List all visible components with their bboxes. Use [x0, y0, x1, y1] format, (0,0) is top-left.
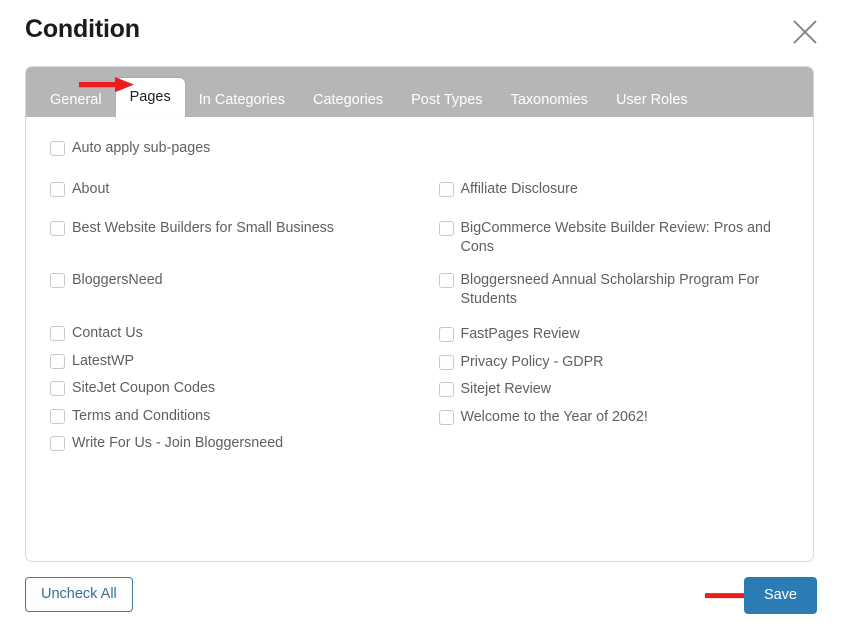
checkbox-label: BigCommerce Website Builder Review: Pros…	[461, 219, 793, 256]
condition-panel: General Pages In Categories Categories P…	[25, 66, 814, 562]
dialog-footer: Uncheck All Save	[0, 574, 842, 634]
checkbox-item-auto-apply-sub-pages[interactable]: Auto apply sub-pages	[50, 139, 813, 158]
checkbox-label: FastPages Review	[461, 325, 580, 344]
checkbox-item-bigcommerce-review[interactable]: BigCommerce Website Builder Review: Pros…	[439, 219, 814, 256]
checkbox-icon[interactable]	[50, 141, 65, 156]
checkbox-icon[interactable]	[50, 182, 65, 197]
checkbox-icon[interactable]	[439, 182, 454, 197]
uncheck-all-button[interactable]: Uncheck All	[25, 577, 133, 612]
tab-general[interactable]: General	[36, 83, 116, 117]
checkbox-icon[interactable]	[439, 382, 454, 397]
pages-right-column: Affiliate Disclosure BigCommerce Website…	[420, 180, 814, 462]
spacer	[439, 317, 814, 325]
checkbox-label: Terms and Conditions	[72, 407, 210, 426]
checkbox-item-privacy-policy-gdpr[interactable]: Privacy Policy - GDPR	[439, 353, 814, 372]
checkbox-label: Welcome to the Year of 2062!	[461, 408, 648, 427]
checkbox-label: About	[72, 180, 109, 199]
checkbox-icon[interactable]	[50, 326, 65, 341]
checkbox-item-affiliate-disclosure[interactable]: Affiliate Disclosure	[439, 180, 814, 199]
checkbox-icon[interactable]	[50, 221, 65, 236]
checkbox-item-sitejet-review[interactable]: Sitejet Review	[439, 380, 814, 399]
checkbox-item-sitejet-coupon-codes[interactable]: SiteJet Coupon Codes	[50, 379, 420, 398]
save-button[interactable]: Save	[744, 577, 817, 614]
spacer	[50, 298, 420, 324]
checkbox-icon[interactable]	[439, 327, 454, 342]
checkbox-item-contact-us[interactable]: Contact Us	[50, 324, 420, 343]
tab-user-roles[interactable]: User Roles	[602, 83, 702, 117]
checkbox-icon[interactable]	[50, 409, 65, 424]
pages-checkbox-list: Auto apply sub-pages About Best Website …	[26, 117, 813, 561]
checkbox-icon[interactable]	[50, 273, 65, 288]
tab-post-types[interactable]: Post Types	[397, 83, 496, 117]
checkbox-icon[interactable]	[50, 381, 65, 396]
checkbox-item-latestwp[interactable]: LatestWP	[50, 352, 420, 371]
page-title: Condition	[25, 17, 140, 42]
dialog-header: Condition	[0, 0, 842, 62]
checkbox-item-write-for-us[interactable]: Write For Us - Join Bloggersneed	[50, 434, 420, 453]
tab-taxonomies[interactable]: Taxonomies	[497, 83, 602, 117]
tab-in-categories[interactable]: In Categories	[185, 83, 299, 117]
checkbox-item-fastpages-review[interactable]: FastPages Review	[439, 325, 814, 344]
checkbox-icon[interactable]	[50, 436, 65, 451]
checkbox-label: Sitejet Review	[461, 380, 552, 399]
tab-pages[interactable]: Pages	[116, 78, 185, 117]
checkbox-label: Contact Us	[72, 324, 143, 343]
checkbox-label: Best Website Builders for Small Business	[72, 219, 334, 238]
spacer	[50, 247, 420, 271]
checkbox-label: Bloggersneed Annual Scholarship Program …	[461, 271, 793, 308]
pages-left-column: About Best Website Builders for Small Bu…	[26, 180, 420, 462]
checkbox-icon[interactable]	[439, 273, 454, 288]
checkbox-label: BloggersNeed	[72, 271, 163, 290]
auto-apply-row: Auto apply sub-pages	[26, 139, 813, 158]
checkbox-label: Affiliate Disclosure	[461, 180, 578, 199]
checkbox-icon[interactable]	[439, 410, 454, 425]
condition-dialog: Condition General Pages In Categories Ca…	[0, 0, 842, 640]
checkbox-item-welcome-2062[interactable]: Welcome to the Year of 2062!	[439, 408, 814, 427]
checkbox-item-terms-and-conditions[interactable]: Terms and Conditions	[50, 407, 420, 426]
checkbox-label: Privacy Policy - GDPR	[461, 353, 604, 372]
checkbox-label: LatestWP	[72, 352, 134, 371]
checkbox-label: SiteJet Coupon Codes	[72, 379, 215, 398]
checkbox-item-bloggersneed[interactable]: BloggersNeed	[50, 271, 420, 290]
close-icon[interactable]	[789, 16, 821, 48]
checkbox-icon[interactable]	[50, 354, 65, 369]
checkbox-item-about[interactable]: About	[50, 180, 420, 199]
tab-categories[interactable]: Categories	[299, 83, 397, 117]
checkbox-item-bloggersneed-scholarship[interactable]: Bloggersneed Annual Scholarship Program …	[439, 271, 814, 308]
pages-columns: About Best Website Builders for Small Bu…	[26, 180, 813, 462]
checkbox-icon[interactable]	[439, 221, 454, 236]
checkbox-icon[interactable]	[439, 355, 454, 370]
checkbox-item-best-website-builders[interactable]: Best Website Builders for Small Business	[50, 219, 420, 238]
checkbox-label: Auto apply sub-pages	[72, 139, 210, 158]
checkbox-label: Write For Us - Join Bloggersneed	[72, 434, 283, 453]
tab-bar: General Pages In Categories Categories P…	[26, 67, 813, 117]
